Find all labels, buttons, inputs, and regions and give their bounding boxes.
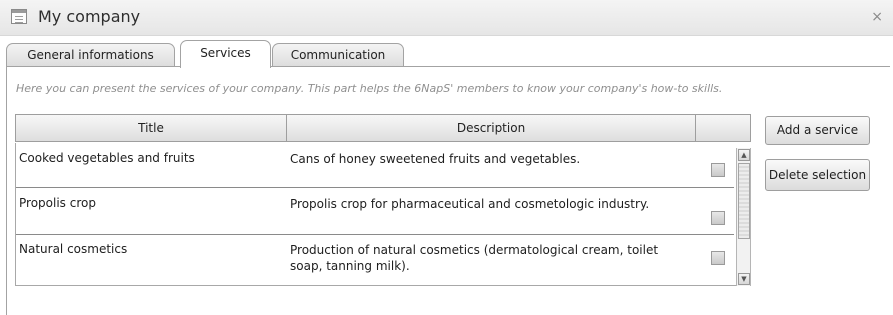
my-company-window: My company × General informations Servic… [0,0,893,315]
title-bar: My company × [0,0,893,36]
service-description: Cans of honey sweetened fruits and veget… [290,152,581,166]
scroll-down-icon[interactable]: ▼ [738,273,750,285]
add-service-button[interactable]: Add a service [765,116,870,145]
row-select-checkbox[interactable] [711,251,725,265]
service-description: Propolis crop for pharmaceutical and cos… [290,197,650,211]
table-scrollbar[interactable]: ▲ ▼ [736,148,751,286]
intro-text: Here you can present the services of you… [16,82,723,95]
service-title: Propolis crop [19,196,96,210]
tab-general-informations[interactable]: General informations [6,43,175,67]
service-description: Production of natural cosmetics (dermato… [290,243,659,273]
column-header-selection [696,115,751,141]
column-header-title[interactable]: Title [16,115,287,141]
window-icon [11,9,27,24]
row-select-checkbox[interactable] [711,211,725,225]
service-title: Natural cosmetics [19,242,128,256]
column-header-description[interactable]: Description [287,115,696,141]
tab-communication[interactable]: Communication [272,43,404,67]
table-row[interactable]: Natural cosmetics Production of natural … [16,235,734,285]
row-select-checkbox[interactable] [711,163,725,177]
scroll-up-icon[interactable]: ▲ [738,149,750,161]
window-title: My company [38,7,141,26]
delete-selection-button[interactable]: Delete selection [765,159,870,191]
table-row[interactable]: Propolis crop Propolis crop for pharmace… [16,188,734,235]
table-header: Title Description [15,114,751,142]
tab-services[interactable]: Services [180,40,271,68]
services-table: Cooked vegetables and fruits Cans of hon… [15,143,751,286]
service-title: Cooked vegetables and fruits [19,151,195,165]
table-row[interactable]: Cooked vegetables and fruits Cans of hon… [16,143,734,188]
close-icon[interactable]: × [871,9,883,25]
scroll-thumb[interactable] [738,163,750,239]
